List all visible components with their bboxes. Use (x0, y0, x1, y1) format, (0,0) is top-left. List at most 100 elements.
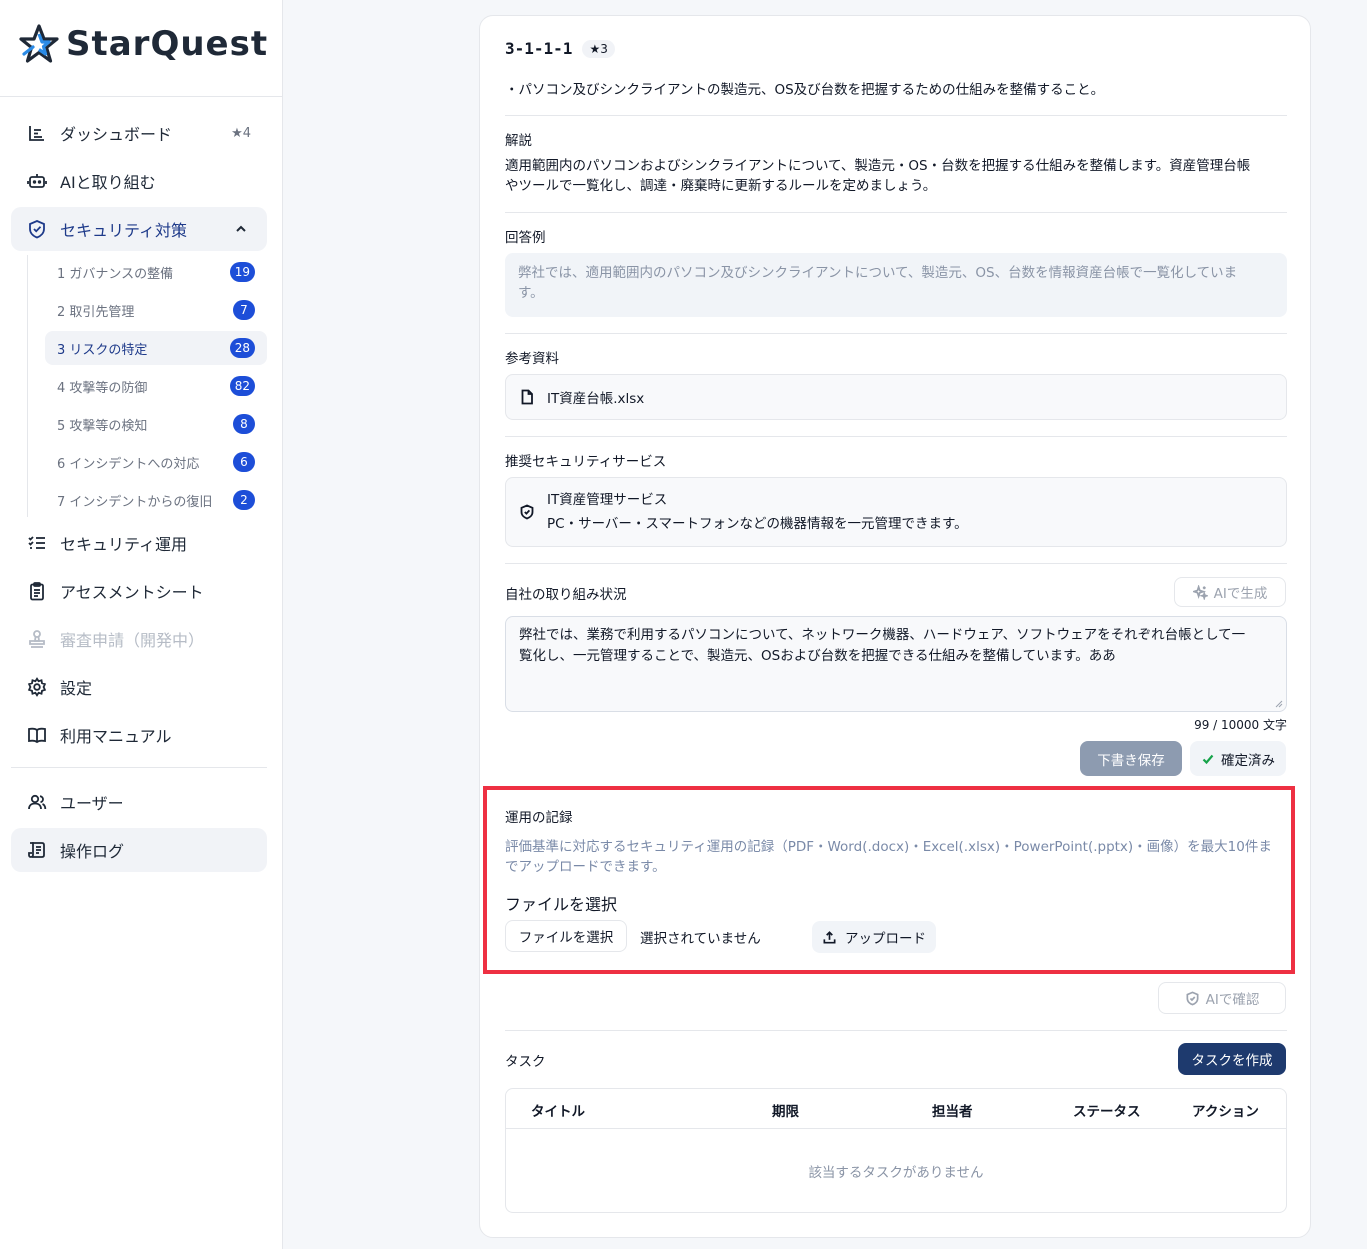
book-icon (26, 724, 48, 746)
submenu-item-incident-response[interactable]: 6 インシデントへの対応 6 (45, 445, 267, 479)
answer-example-label: 回答例 (505, 230, 546, 246)
submenu-item-defense[interactable]: 4 攻撃等の防御 82 (45, 369, 267, 403)
ai-generate-label: AIで生成 (1213, 586, 1268, 602)
records-note-line: でアップロードできます。 (505, 859, 666, 875)
question-header: 3-1-1-1 ★3 (505, 39, 1287, 58)
resize-handle-icon[interactable] (1275, 700, 1283, 708)
star-count: ★4 (231, 125, 251, 141)
sidebar-item-dashboard[interactable]: ダッシュボード ★4 (11, 111, 267, 155)
submenu-item-governance[interactable]: 1 ガバナンスの整備 19 (45, 255, 267, 289)
submenu-item-recovery[interactable]: 7 インシデントからの復旧 2 (45, 483, 267, 517)
explanation-line: やツールで一覧化し、調達・廃棄時に更新するルールを定めましょう。 (505, 178, 937, 194)
references-label: 参考資料 (505, 351, 559, 367)
question-card: 3-1-1-1 ★3 ・パソコン及びシンクライアントの製造元、OS及び台数を把握… (479, 15, 1311, 1238)
requirement-text: ・パソコン及びシンクライアントの製造元、OS及び台数を把握するための仕組みを整備… (505, 82, 1105, 98)
file-select-heading: ファイルを選択 (505, 895, 618, 914)
sidebar-item-assessment[interactable]: アセスメントシート (11, 569, 267, 613)
sidebar-item-label: 審査申請（開発中） (60, 631, 205, 650)
choose-file-label: ファイルを選択 (518, 930, 614, 946)
checklist-icon (26, 532, 48, 554)
divider (505, 333, 1287, 334)
file-icon (521, 389, 533, 405)
reference-file-link[interactable]: IT資産台帳.xlsx (505, 374, 1287, 420)
records-note-line: 評価基準に対応するセキュリティ運用の記録（PDF・Word(.docx)・Exc… (505, 839, 1272, 855)
stamp-icon (26, 628, 48, 650)
column-header-status[interactable]: ステータス (1073, 1100, 1141, 1120)
submenu-item-detection[interactable]: 5 攻撃等の検知 8 (45, 407, 267, 441)
service-card[interactable]: IT資産管理サービス PC・サーバー・スマートフォンなどの機器情報を一元管理でき… (505, 477, 1287, 547)
submenu-item-risk[interactable]: 3 リスクの特定 28 (45, 331, 267, 365)
sidebar-item-security-measures[interactable]: セキュリティ対策 (11, 207, 267, 251)
star-logo-icon (19, 24, 59, 63)
column-header-due[interactable]: 期限 (772, 1100, 799, 1120)
column-header-assignee[interactable]: 担当者 (932, 1100, 973, 1120)
confirmed-button[interactable]: 確定済み (1190, 741, 1286, 776)
explanation-line: 適用範囲内のパソコンおよびシンクライアントについて、製造元・OS・台数を把握する… (505, 158, 1251, 174)
count-badge: 19 (229, 262, 255, 282)
sidebar-item-settings[interactable]: 設定 (11, 665, 267, 709)
submenu-item-label: 4 攻撃等の防御 (57, 380, 148, 396)
no-file-selected-text: 選択されていません (640, 931, 761, 947)
draft-save-button[interactable]: 下書き保存 (1080, 741, 1182, 776)
sidebar-item-label: ダッシュボード (60, 125, 173, 144)
count-badge: 8 (233, 414, 255, 434)
sidebar-item-operations[interactable]: セキュリティ運用 (11, 521, 267, 565)
submenu-item-label: 1 ガバナンスの整備 (57, 266, 174, 282)
choose-file-button[interactable]: ファイルを選択 (505, 920, 627, 952)
upload-button[interactable]: アップロード (812, 921, 936, 953)
answer-example-line: 弊社では、適用範囲内のパソコン及びシンクライアントについて、製造元、OS、台数を… (518, 265, 1238, 281)
tasks-table: タイトル 期限 担当者 ステータス アクション 該当するタスクがありません (505, 1088, 1287, 1213)
divider (505, 1030, 1287, 1031)
divider (505, 115, 1287, 116)
table-header: タイトル 期限 担当者 ステータス アクション (506, 1089, 1286, 1129)
submenu-item-label: 2 取引先管理 (57, 304, 135, 320)
clipboard-icon (26, 580, 48, 602)
column-header-title[interactable]: タイトル (531, 1100, 585, 1120)
submenu-item-suppliers[interactable]: 2 取引先管理 7 (45, 293, 267, 327)
brand-name: StarQuest (66, 24, 269, 64)
robot-icon (26, 170, 48, 192)
status-text-line: 覧化し、一元管理することで、製造元、OSおよび台数を把握できる仕組みを整備してい… (519, 648, 1116, 664)
sidebar-item-review-request: 審査申請（開発中） (11, 617, 267, 661)
check-icon (1202, 754, 1214, 764)
column-header-action[interactable]: アクション (1192, 1100, 1259, 1120)
sidebar-item-label: AIと取り組む (60, 173, 156, 192)
sidebar-item-users[interactable]: ユーザー (11, 780, 267, 824)
reference-file-name: IT資産台帳.xlsx (547, 391, 645, 407)
count-badge: 7 (233, 300, 255, 320)
sidebar-item-manual[interactable]: 利用マニュアル (11, 713, 267, 757)
logo[interactable]: StarQuest (18, 22, 268, 66)
status-label: 自社の取り組み状況 (505, 587, 627, 603)
shield-icon (26, 218, 48, 240)
sidebar-item-label: セキュリティ対策 (60, 221, 188, 240)
log-icon (26, 839, 48, 861)
sidebar-item-ai[interactable]: AIと取り組む (11, 159, 267, 203)
service-info: IT資産管理サービス PC・サーバー・スマートフォンなどの機器情報を一元管理でき… (547, 488, 968, 536)
upload-label: アップロード (845, 931, 926, 947)
count-badge: 2 (233, 490, 255, 510)
count-badge: 6 (233, 452, 255, 472)
sidebar-item-label: 操作ログ (60, 842, 125, 861)
sidebar-item-label: ユーザー (60, 794, 124, 813)
chevron-up-icon[interactable] (233, 221, 249, 241)
sidebar-item-label: 利用マニュアル (60, 727, 172, 746)
sidebar-item-activity-log[interactable]: 操作ログ (11, 828, 267, 872)
ai-generate-button[interactable]: AIで生成 (1174, 577, 1286, 607)
submenu-item-label: 7 インシデントからの復旧 (57, 494, 213, 510)
divider (505, 436, 1287, 437)
confirmed-label: 確定済み (1221, 752, 1275, 769)
service-name: IT資産管理サービス (547, 492, 668, 508)
sidebar-item-label: セキュリティ運用 (60, 535, 188, 554)
service-description: PC・サーバー・スマートフォンなどの機器情報を一元管理できます。 (547, 516, 968, 532)
count-badge: 28 (229, 338, 255, 358)
sidebar: StarQuest ダッシュボード ★4 AIと取り組む セキュリティ対策 1 … (0, 0, 283, 1249)
create-task-label: タスクを作成 (1191, 1053, 1273, 1069)
sidebar-item-label: アセスメントシート (60, 583, 204, 602)
status-textarea[interactable]: 弊社では、業務で利用するパソコンについて、ネットワーク機器、ハードウェア、ソフト… (505, 616, 1287, 712)
ai-check-button[interactable]: AIで確認 (1158, 982, 1286, 1014)
count-badge: 82 (229, 376, 255, 396)
create-task-button[interactable]: タスクを作成 (1178, 1043, 1286, 1075)
explanation-text: 適用範囲内のパソコンおよびシンクライアントについて、製造元・OS・台数を把握する… (505, 156, 1287, 196)
ai-check-label: AIで確認 (1205, 992, 1260, 1008)
records-note: 評価基準に対応するセキュリティ運用の記録（PDF・Word(.docx)・Exc… (505, 837, 1287, 877)
